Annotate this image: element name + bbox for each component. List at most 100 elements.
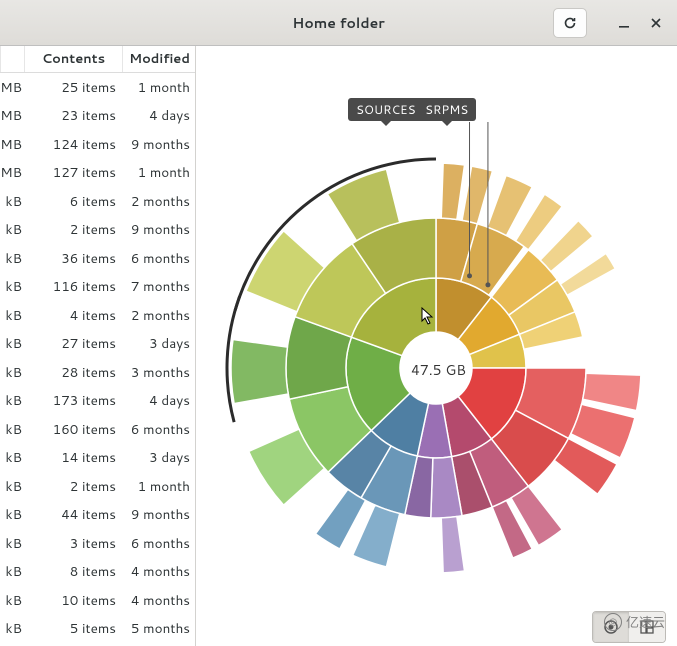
table-row[interactable]: kB2 items9 months: [0, 216, 195, 245]
table-row[interactable]: kB4 items2 months: [0, 301, 195, 330]
table-row[interactable]: kB116 items7 months: [0, 273, 195, 302]
close-button[interactable]: [647, 14, 665, 32]
cell-contents: 2 items: [24, 477, 122, 496]
sunburst-chart[interactable]: [211, 96, 661, 596]
cell-modified: 3 days: [122, 448, 195, 467]
cell-unit: kB: [0, 505, 24, 524]
cell-unit: kB: [0, 192, 24, 211]
table-row[interactable]: kB173 items4 days: [0, 387, 195, 416]
table-row[interactable]: kB27 items3 days: [0, 330, 195, 359]
cell-contents: 3 items: [24, 534, 122, 553]
tooltip-srpms: SRPMS: [417, 98, 476, 121]
cell-unit: MB: [0, 163, 24, 182]
table-row[interactable]: MB127 items1 month: [0, 159, 195, 188]
titlebar: Home folder: [0, 0, 677, 46]
cell-modified: 9 months: [122, 220, 195, 239]
sunburst-slice[interactable]: [441, 517, 464, 573]
window-title: Home folder: [292, 13, 384, 33]
cell-contents: 10 items: [24, 591, 122, 610]
watermark: ◎ 亿速云: [604, 612, 665, 632]
content-area: Contents Modified MB25 items1 monthMB23 …: [0, 46, 677, 646]
chart-center-label: 47.5 GB: [411, 360, 466, 380]
table-row[interactable]: kB5 items5 months: [0, 615, 195, 644]
window-controls: [553, 8, 677, 38]
cell-unit: kB: [0, 448, 24, 467]
cell-unit: kB: [0, 591, 24, 610]
sunburst-slice[interactable]: [560, 253, 615, 295]
cell-unit: kB: [0, 477, 24, 496]
table-row[interactable]: kB14 items3 days: [0, 444, 195, 473]
sunburst-slice[interactable]: [583, 373, 641, 410]
cell-unit: MB: [0, 78, 24, 97]
cell-modified: 2 months: [122, 306, 195, 325]
table-row[interactable]: kB28 items3 months: [0, 358, 195, 387]
cell-contents: 4 items: [24, 306, 122, 325]
cell-modified: 1 month: [122, 477, 195, 496]
cell-modified: 9 months: [122, 505, 195, 524]
cell-unit: kB: [0, 420, 24, 439]
table-row[interactable]: kB8 items4 months: [0, 558, 195, 587]
table-row[interactable]: kB44 items9 months: [0, 501, 195, 530]
cell-modified: 3 months: [122, 363, 195, 382]
cell-modified: 6 months: [122, 249, 195, 268]
cell-modified: 1 month: [122, 163, 195, 182]
cell-contents: 6 items: [24, 192, 122, 211]
cell-modified: 6 months: [122, 534, 195, 553]
watermark-icon: ◎: [604, 613, 622, 631]
cell-modified: 3 days: [122, 334, 195, 353]
cell-contents: 28 items: [24, 363, 122, 382]
sunburst-slice[interactable]: [316, 489, 366, 549]
cell-unit: kB: [0, 277, 24, 296]
sunburst-slice[interactable]: [441, 163, 464, 219]
table-row[interactable]: MB25 items1 month: [0, 73, 195, 102]
sunburst-chart-area: 47.5 GB SOURCES SRPMS ◎ 亿速云: [196, 46, 677, 646]
file-rows: MB25 items1 monthMB23 items4 daysMB124 i…: [0, 73, 195, 646]
table-row[interactable]: MB124 items9 months: [0, 130, 195, 159]
cell-contents: 27 items: [24, 334, 122, 353]
table-row[interactable]: MB23 items4 days: [0, 102, 195, 131]
table-row[interactable]: kB160 items6 months: [0, 415, 195, 444]
cell-contents: 116 items: [24, 277, 122, 296]
minimize-icon: [618, 17, 630, 29]
cell-unit: MB: [0, 106, 24, 125]
cell-modified: 7 months: [122, 277, 195, 296]
cell-modified: 2 months: [122, 192, 195, 211]
table-row[interactable]: kB36 items6 months: [0, 244, 195, 273]
cell-contents: 14 items: [24, 448, 122, 467]
cell-modified: 5 months: [122, 619, 195, 638]
column-headers: Contents Modified: [0, 46, 195, 73]
cell-unit: kB: [0, 534, 24, 553]
sunburst-slice[interactable]: [540, 221, 593, 272]
cell-contents: 5 items: [24, 619, 122, 638]
table-row[interactable]: kB6 items2 months: [0, 187, 195, 216]
sunburst-slice[interactable]: [231, 339, 288, 403]
cell-modified: 9 months: [122, 135, 195, 154]
cell-modified: 1 month: [122, 78, 195, 97]
header-contents[interactable]: Contents: [24, 46, 122, 72]
refresh-button[interactable]: [553, 8, 587, 38]
cell-unit: kB: [0, 391, 24, 410]
cell-unit: MB: [0, 135, 24, 154]
table-row[interactable]: kB2 items1 month: [0, 472, 195, 501]
refresh-icon: [562, 15, 578, 31]
header-size[interactable]: [0, 46, 24, 72]
cell-contents: 25 items: [24, 78, 122, 97]
cell-contents: 8 items: [24, 562, 122, 581]
minimize-button[interactable]: [615, 14, 633, 32]
cell-contents: 2 items: [24, 220, 122, 239]
cell-unit: kB: [0, 249, 24, 268]
header-modified[interactable]: Modified: [122, 46, 196, 72]
watermark-text: 亿速云: [626, 612, 665, 632]
close-icon: [650, 17, 662, 29]
cell-unit: kB: [0, 220, 24, 239]
cell-unit: kB: [0, 619, 24, 638]
cell-unit: kB: [0, 562, 24, 581]
cell-unit: kB: [0, 306, 24, 325]
cell-contents: 160 items: [24, 420, 122, 439]
cell-unit: kB: [0, 363, 24, 382]
table-row[interactable]: kB10 items4 months: [0, 586, 195, 615]
table-row[interactable]: kB3 items6 months: [0, 529, 195, 558]
cell-modified: 4 months: [122, 562, 195, 581]
cell-contents: 127 items: [24, 163, 122, 182]
sunburst-slice[interactable]: [353, 505, 400, 567]
